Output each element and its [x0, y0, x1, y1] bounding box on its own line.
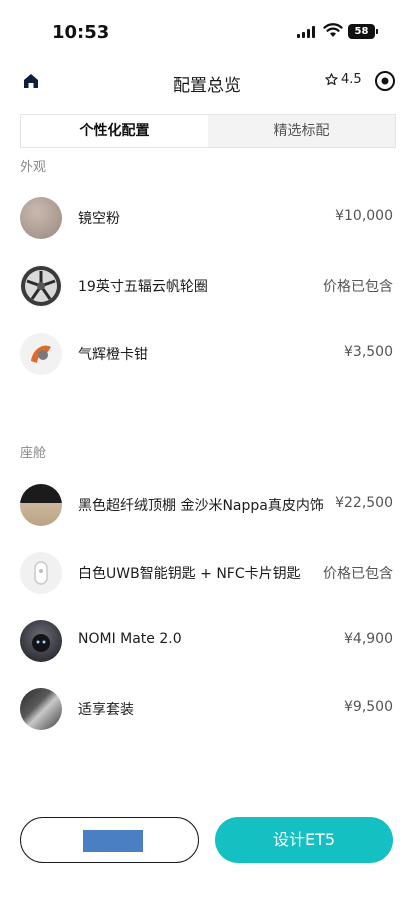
key-thumbnail: [20, 552, 62, 594]
tab-bar: 个性化配置 精选标配: [20, 114, 396, 148]
nomi-thumbnail: [20, 620, 62, 662]
item-price: ¥4,900: [344, 631, 393, 647]
wifi-icon: [323, 23, 343, 37]
design-et5-button[interactable]: 设计ET5: [215, 817, 393, 863]
item-name: 白色UWB智能钥匙 + NFC卡片钥匙: [78, 566, 301, 582]
list-item[interactable]: 19英寸五辐云帆轮圈 价格已包含: [0, 261, 414, 311]
redaction-overlay: [83, 830, 143, 852]
list-item[interactable]: 气辉橙卡钳 ¥3,500: [0, 329, 414, 379]
status-bar: 10:53 58: [0, 0, 414, 60]
seat-package-thumbnail: [20, 688, 62, 730]
tab-personalized-config[interactable]: 个性化配置: [21, 115, 208, 147]
caliper-thumbnail: [20, 333, 62, 375]
item-price: 价格已包含: [323, 566, 393, 582]
star-icon: [325, 73, 338, 86]
list-item[interactable]: 适享套装 ¥9,500: [0, 684, 414, 734]
section-label-cabin: 座舱: [20, 446, 47, 461]
list-item[interactable]: 黑色超纤绒顶棚 金沙米Nappa真皮内饰 ¥22,500: [0, 480, 414, 530]
interior-thumbnail: [20, 484, 62, 526]
item-price: ¥22,500: [335, 495, 393, 511]
target-icon[interactable]: [373, 69, 397, 93]
tab-standard-config[interactable]: 精选标配: [208, 115, 395, 147]
cellular-signal-icon: [297, 26, 315, 38]
list-item[interactable]: NOMI Mate 2.0 ¥4,900: [0, 616, 414, 666]
section-label-exterior: 外观: [20, 160, 47, 175]
item-name: NOMI Mate 2.0: [78, 631, 182, 647]
item-name: 19英寸五辐云帆轮圈: [78, 279, 208, 295]
item-price: ¥9,500: [344, 699, 393, 715]
item-price: ¥3,500: [344, 344, 393, 360]
item-name: 镜空粉: [78, 211, 120, 227]
wheel-thumbnail: [20, 265, 62, 307]
item-name: 适享套装: [78, 702, 134, 718]
status-time: 10:53: [52, 22, 110, 43]
item-price: 价格已包含: [323, 279, 393, 295]
list-item[interactable]: 镜空粉 ¥10,000: [0, 193, 414, 243]
item-price: ¥10,000: [335, 208, 393, 224]
rating-value: 4.5: [341, 72, 362, 87]
battery-indicator: 58: [348, 24, 378, 39]
item-name: 黑色超纤绒顶棚 金沙米Nappa真皮内饰: [78, 498, 324, 514]
rating-button[interactable]: 4.5: [325, 72, 362, 87]
color-swatch-thumbnail: [20, 197, 62, 239]
secondary-action-button[interactable]: 1: [20, 817, 199, 863]
header: 配置总览 4.5: [0, 60, 414, 104]
list-item[interactable]: 白色UWB智能钥匙 + NFC卡片钥匙 价格已包含: [0, 548, 414, 598]
item-name: 气辉橙卡钳: [78, 347, 148, 363]
